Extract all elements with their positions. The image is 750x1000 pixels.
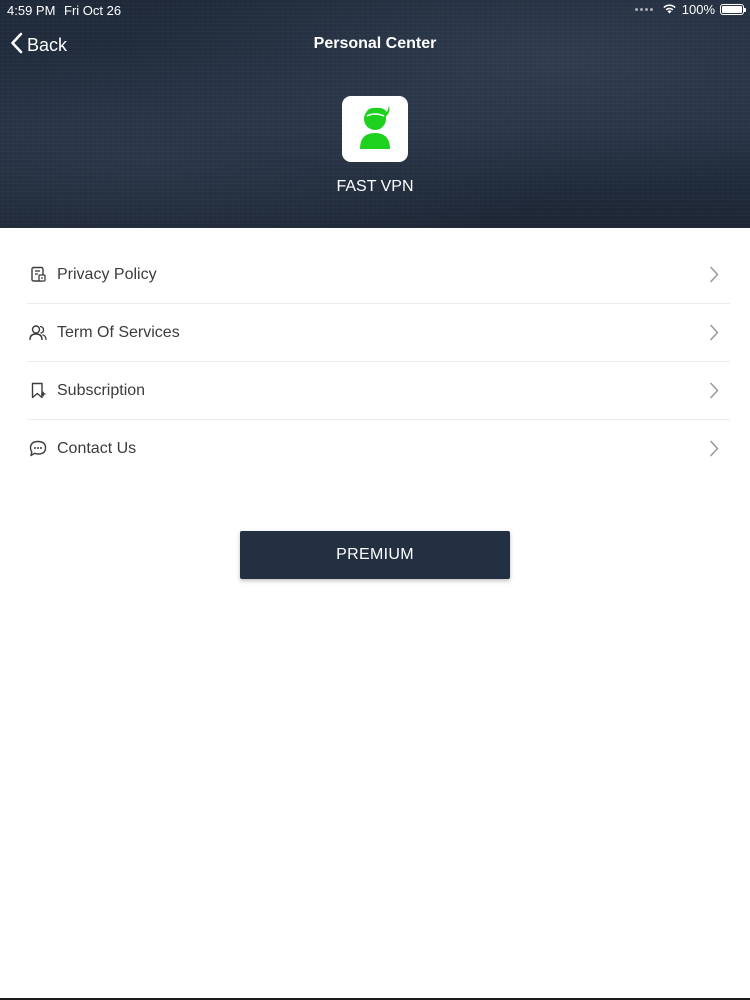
- user-avatar-icon: [356, 103, 394, 156]
- menu-item-label: Contact Us: [57, 439, 137, 457]
- status-bar: 4:59 PM Fri Oct 26 100%: [0, 0, 750, 22]
- navigation-bar: Back Personal Center: [0, 28, 750, 62]
- users-icon: [29, 324, 47, 342]
- chevron-right-icon: [708, 382, 720, 400]
- menu-item-label: Subscription: [57, 381, 146, 399]
- app-name: FAST VPN: [336, 178, 414, 195]
- premium-button[interactable]: PREMIUM: [240, 531, 510, 579]
- menu-item-privacy-policy[interactable]: Privacy Policy: [0, 246, 750, 303]
- battery-fill: [722, 6, 742, 13]
- bookmark-icon: [29, 382, 47, 400]
- personal-center-screen: 4:59 PM Fri Oct 26 100% Back Personal Ce…: [0, 0, 750, 1000]
- page-title: Personal Center: [313, 35, 437, 52]
- app-logo: [342, 96, 408, 162]
- chevron-right-icon: [708, 440, 720, 458]
- chat-bubble-icon: [29, 440, 47, 458]
- menu-item-label: Term Of Services: [57, 323, 180, 341]
- header-banner: 4:59 PM Fri Oct 26 100% Back Personal Ce…: [0, 0, 750, 228]
- signal-dots-icon: [634, 8, 653, 11]
- status-date: Fri Oct 26: [64, 3, 122, 18]
- battery-icon: [720, 4, 746, 15]
- document-icon: [29, 266, 47, 284]
- menu-item-label: Privacy Policy: [57, 265, 157, 283]
- wifi-icon: [662, 2, 677, 17]
- menu-item-term-of-services[interactable]: Term Of Services: [0, 304, 750, 361]
- menu-item-subscription[interactable]: Subscription: [0, 362, 750, 419]
- battery-percent: 100%: [681, 2, 715, 17]
- settings-menu: Privacy Policy Term Of Services Subscrip…: [0, 246, 750, 477]
- status-indicators: 100%: [634, 2, 746, 17]
- status-time: 4:59 PM: [7, 3, 56, 18]
- chevron-right-icon: [708, 324, 720, 342]
- chevron-right-icon: [708, 266, 720, 284]
- menu-item-contact-us[interactable]: Contact Us: [0, 420, 750, 477]
